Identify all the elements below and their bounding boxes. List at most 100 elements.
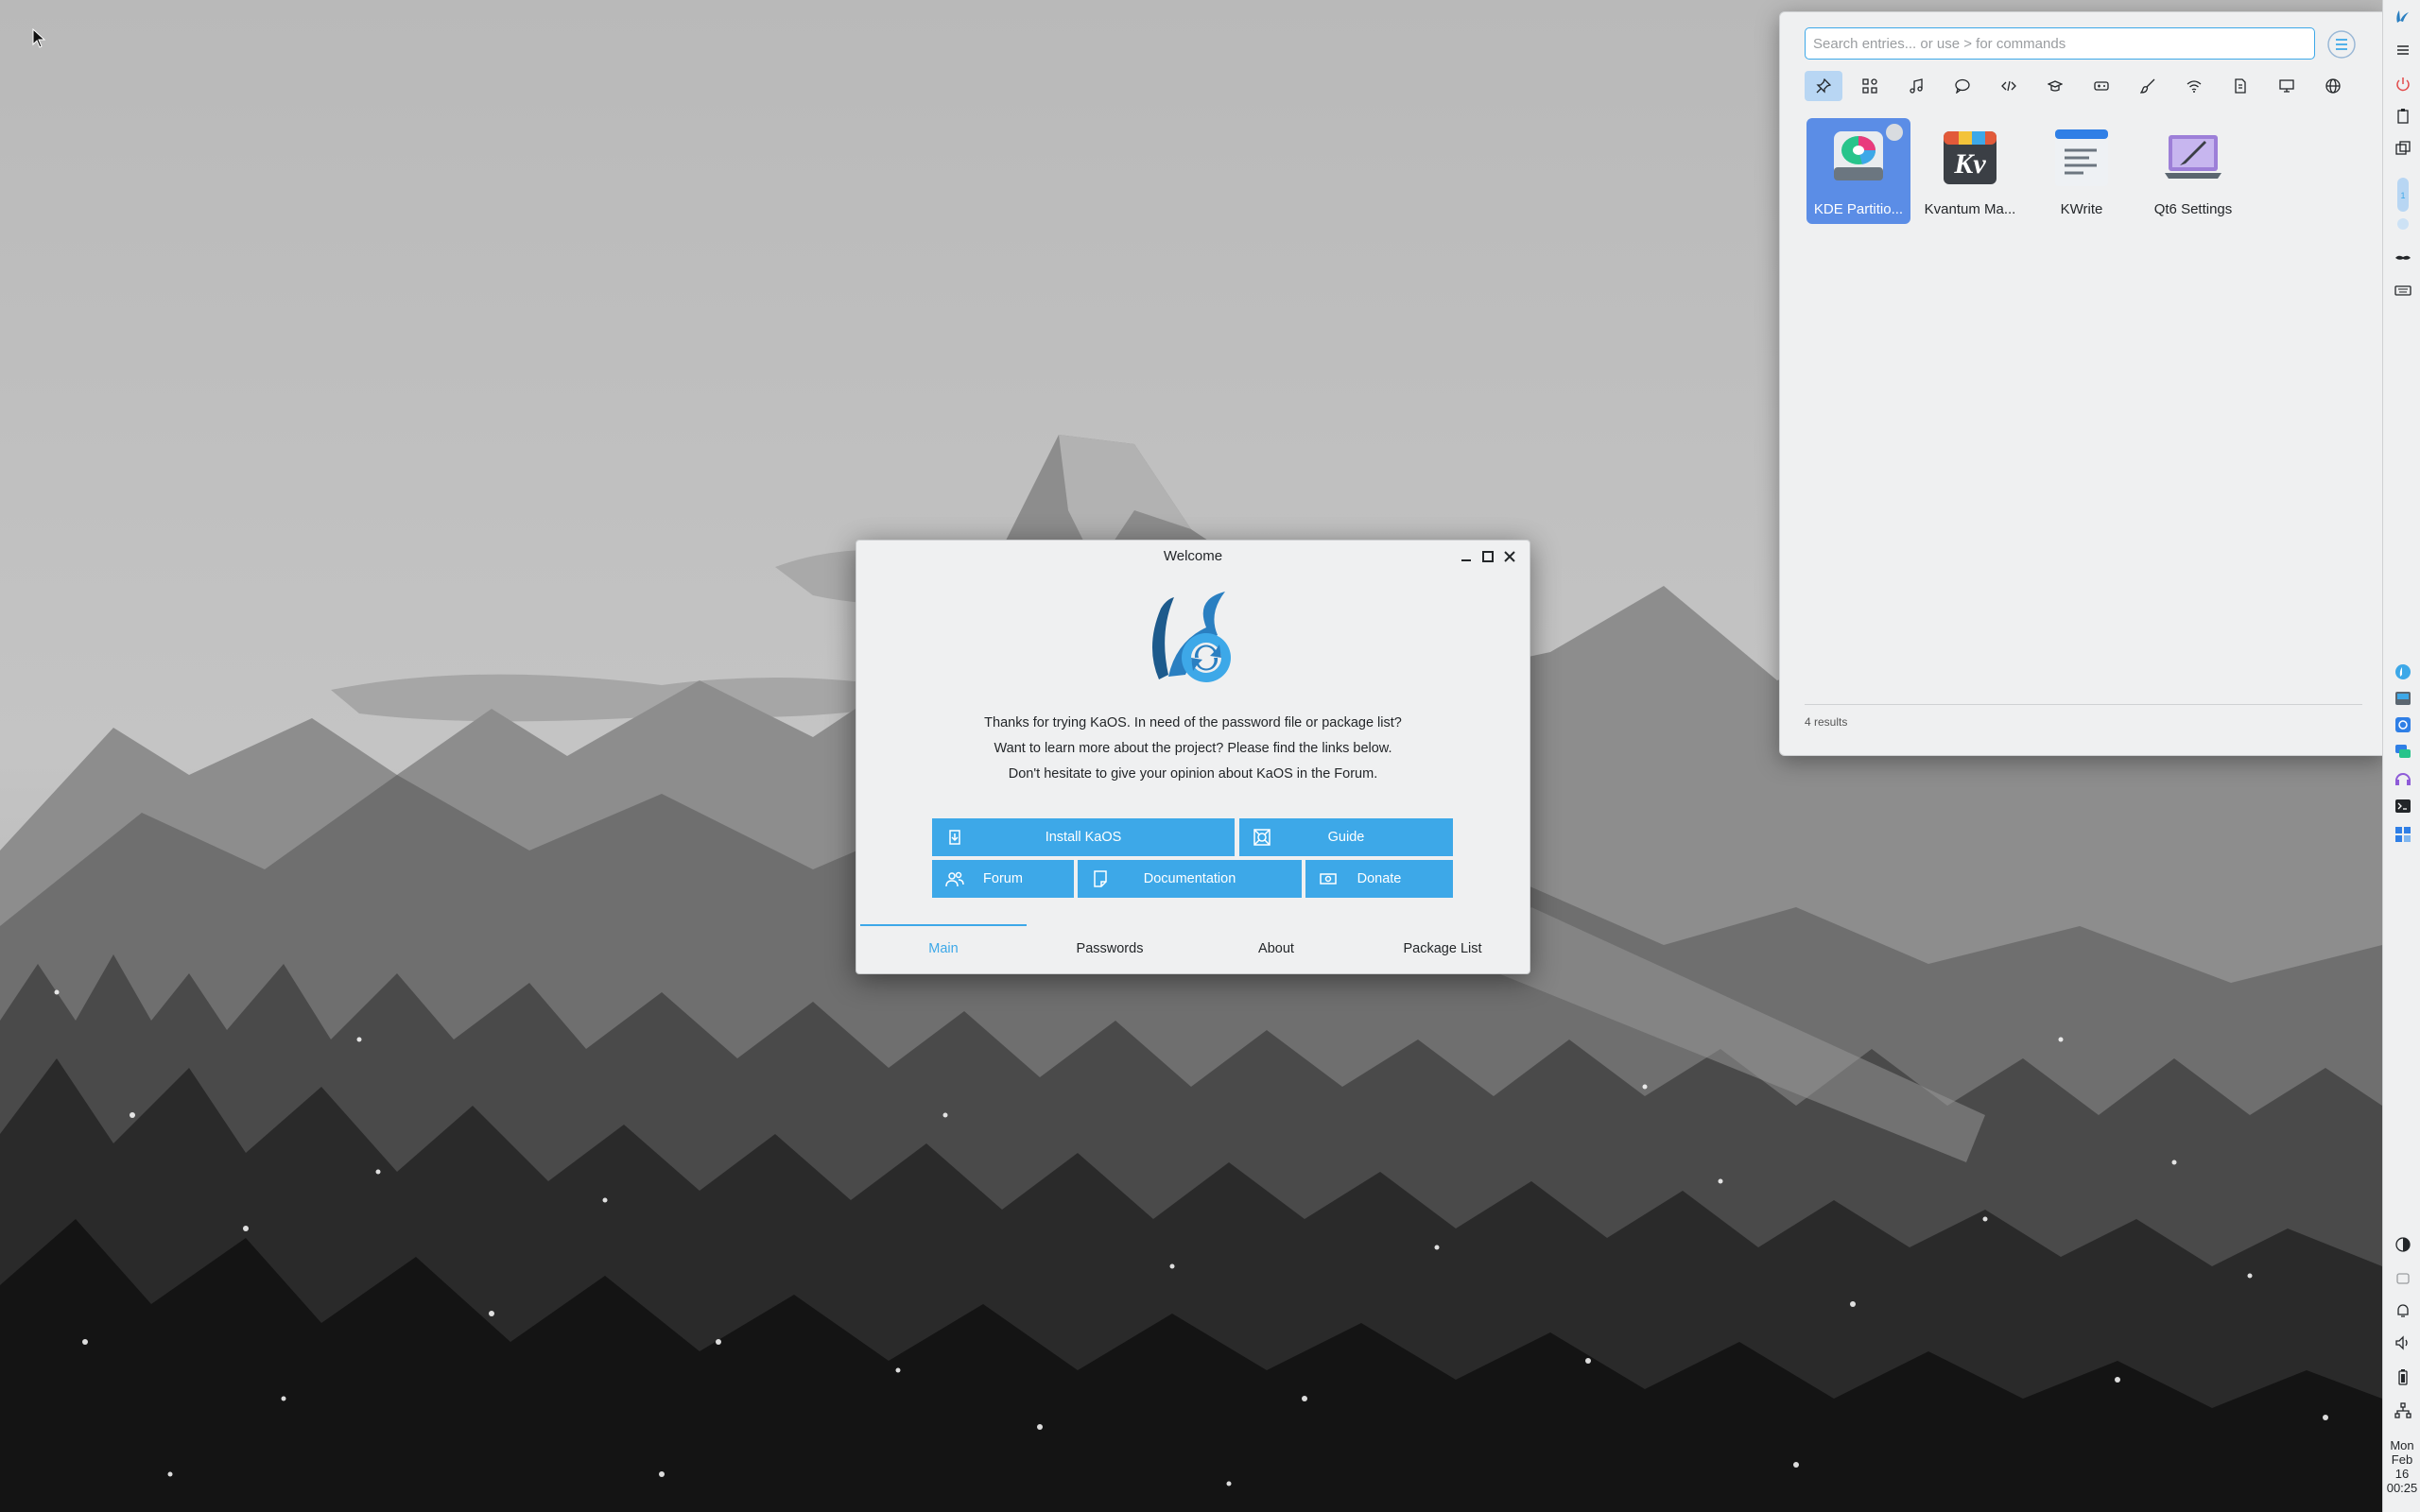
network-icon[interactable]	[2394, 1402, 2411, 1419]
power-icon[interactable]	[2394, 76, 2411, 93]
welcome-window: Welcome Thanks for trying KaOS. In need …	[856, 540, 1530, 974]
category-education[interactable]	[2036, 71, 2074, 101]
maximize-icon[interactable]	[1479, 548, 1496, 565]
document-icon	[1094, 870, 1107, 887]
welcome-line: Want to learn more about the project? Pl…	[994, 741, 1392, 756]
kvantum-icon: Kv	[1944, 131, 1996, 184]
forum-label: Forum	[983, 871, 1023, 886]
pager-dot-icon[interactable]	[2394, 215, 2411, 232]
qt-settings-icon	[2165, 135, 2221, 179]
divider	[1805, 704, 2362, 705]
install-kaos-button[interactable]: Install KaOS	[932, 818, 1235, 856]
app-label: KDE Partitio...	[1813, 201, 1904, 217]
settings-task-icon[interactable]	[2394, 826, 2411, 843]
donate-label: Donate	[1357, 871, 1402, 886]
install-kaos-label: Install KaOS	[1045, 830, 1122, 845]
mustache-icon[interactable]	[2394, 249, 2411, 266]
battery-icon[interactable]	[2394, 1368, 2411, 1385]
tab-main[interactable]: Main	[860, 922, 1027, 971]
pin-badge-icon[interactable]	[1886, 124, 1903, 141]
kaos-menu-icon[interactable]	[2394, 8, 2411, 25]
category-development[interactable]	[1990, 71, 2028, 101]
code-icon	[2001, 80, 2016, 92]
kaos-welcome-task-icon[interactable]	[2394, 663, 2411, 680]
money-icon	[1320, 873, 1337, 885]
lifebuoy-icon	[1253, 829, 1270, 846]
configure-icon[interactable]	[2326, 29, 2357, 60]
category-all-apps[interactable]	[1851, 71, 1889, 101]
app-kvantum-manager[interactable]: Kv Kvantum Ma...	[1918, 118, 2022, 224]
minimize-icon[interactable]	[1458, 548, 1475, 565]
category-internet[interactable]	[2175, 71, 2213, 101]
window-title: Welcome	[1163, 548, 1223, 564]
category-system[interactable]	[2268, 71, 2306, 101]
pager-icon[interactable]: 1	[2394, 178, 2411, 212]
category-web[interactable]	[2314, 71, 2352, 101]
welcome-tab-bar: Main Passwords About Package List	[860, 922, 1526, 971]
right-panel: 1 Mon Feb 16 00:25	[2382, 0, 2420, 1512]
keyboard-icon[interactable]	[2394, 282, 2411, 299]
night-color-icon[interactable]	[2394, 1236, 2411, 1253]
monitor-icon	[2279, 79, 2294, 93]
notifications-icon[interactable]	[2394, 1302, 2411, 1319]
app-label: KWrite	[2060, 201, 2103, 217]
users-icon	[945, 871, 964, 887]
clipboard-icon[interactable]	[2394, 108, 2411, 125]
digital-clock[interactable]: Mon Feb 16 00:25	[2383, 1438, 2420, 1495]
partition-task-icon[interactable]	[2394, 690, 2411, 707]
app-qt6-settings[interactable]: Qt6 Settings	[2141, 118, 2245, 224]
app-kde-partition-manager[interactable]: KDE Partitio...	[1806, 118, 1910, 224]
category-multimedia[interactable]	[1897, 71, 1935, 101]
results-count: 4 results	[1805, 715, 1848, 729]
kaos-logo-icon	[1151, 592, 1231, 682]
app-kwrite[interactable]: KWrite	[2030, 118, 2134, 224]
close-icon[interactable]	[1501, 548, 1518, 565]
wifi-icon	[2187, 80, 2202, 93]
category-games[interactable]	[2083, 71, 2120, 101]
welcome-message: Thanks for trying KaOS. In need of the p…	[856, 711, 1530, 787]
pin-icon	[1816, 78, 1831, 94]
education-icon	[2048, 80, 2063, 92]
games-icon	[2094, 81, 2109, 91]
svg-text:1: 1	[2400, 191, 2405, 200]
discover-task-icon[interactable]	[2394, 716, 2411, 733]
office-icon	[2235, 78, 2246, 94]
documentation-button[interactable]: Documentation	[1078, 860, 1302, 898]
search-box[interactable]	[1805, 27, 2315, 60]
headphones-task-icon[interactable]	[2394, 769, 2411, 786]
guide-button[interactable]: Guide	[1239, 818, 1453, 856]
category-office[interactable]	[2221, 71, 2259, 101]
hamburger-menu-icon[interactable]	[2394, 42, 2411, 59]
clock-date: 16	[2394, 1467, 2410, 1481]
clock-day: Mon	[2390, 1438, 2414, 1452]
music-icon	[1910, 78, 1923, 94]
globe-icon	[2325, 78, 2341, 94]
donate-button[interactable]: Donate	[1305, 860, 1453, 898]
welcome-line: Thanks for trying KaOS. In need of the p…	[984, 715, 1402, 730]
clock-time: 00:25	[2386, 1481, 2418, 1495]
svg-text:Kv: Kv	[1953, 148, 1986, 180]
partition-manager-icon	[1834, 131, 1883, 180]
tab-passwords[interactable]: Passwords	[1027, 922, 1193, 971]
category-pinned[interactable]	[1805, 71, 1842, 101]
forum-button[interactable]: Forum	[932, 860, 1074, 898]
kwrite-icon	[2055, 129, 2108, 186]
category-graphics[interactable]	[2129, 71, 2167, 101]
chat-task-icon[interactable]	[2394, 743, 2411, 760]
welcome-line: Don't hesitate to give your opinion abou…	[1008, 766, 1378, 782]
documentation-label: Documentation	[1143, 871, 1236, 886]
clock-month: Feb	[2391, 1452, 2413, 1467]
tab-package-list[interactable]: Package List	[1359, 922, 1526, 971]
volume-icon[interactable]	[2394, 1334, 2411, 1351]
application-launcher: KDE Partitio... Kv Kvantum Ma... KWrite …	[1779, 11, 2384, 756]
guide-label: Guide	[1327, 830, 1365, 845]
terminal-task-icon[interactable]	[2394, 798, 2411, 815]
brush-icon	[2140, 78, 2155, 94]
tab-about[interactable]: About	[1193, 922, 1359, 971]
search-input[interactable]	[1806, 28, 2314, 59]
app-label: Qt6 Settings	[2153, 201, 2233, 217]
devices-icon[interactable]	[2394, 1270, 2411, 1287]
windows-icon[interactable]	[2394, 140, 2411, 157]
category-chat[interactable]	[1944, 71, 1981, 101]
install-icon	[949, 830, 960, 845]
